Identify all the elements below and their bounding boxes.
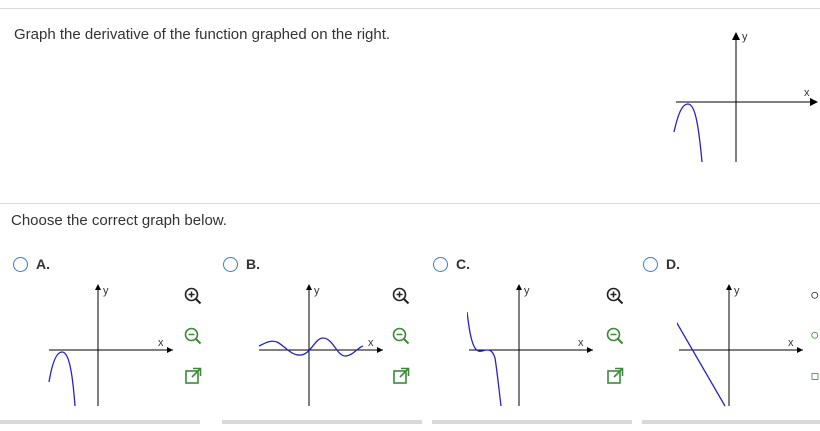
option-c-label: C. <box>456 256 470 272</box>
option-d-y-label: y <box>734 285 740 297</box>
x-axis-label: x <box>804 87 810 99</box>
option-d-zoom-in-icon[interactable] <box>811 286 820 306</box>
option-a[interactable]: A. y x <box>13 254 213 424</box>
option-b-row[interactable]: B. <box>223 254 260 274</box>
option-a-row[interactable]: A. <box>13 254 50 274</box>
option-b-curve <box>258 337 364 357</box>
option-a-y-label: y <box>103 285 109 297</box>
option-d-curve <box>677 321 726 407</box>
option-d-row[interactable]: D. <box>643 254 680 274</box>
choose-instruction: Choose the correct graph below. <box>11 212 227 229</box>
question-prompt: Graph the derivative of the function gra… <box>14 26 391 43</box>
option-b-graph: y x <box>258 284 383 406</box>
y-axis-label: y <box>742 31 748 43</box>
option-c-curve <box>467 311 502 407</box>
option-c-row[interactable]: C. <box>433 254 470 274</box>
option-a-scrollbar[interactable] <box>0 420 200 424</box>
option-c-graph: y x <box>467 284 593 407</box>
option-d-zoom-out-icon[interactable] <box>811 326 820 346</box>
option-a-label: A. <box>36 256 50 272</box>
option-b-zoom-out-icon[interactable] <box>391 326 411 346</box>
option-c-zoom-in-icon[interactable] <box>605 286 625 306</box>
top-divider <box>0 8 820 9</box>
function-curve <box>673 103 703 163</box>
option-d-graph: y x <box>677 284 803 407</box>
option-c-radio[interactable] <box>433 256 448 272</box>
option-a-popout-icon[interactable] <box>183 366 203 386</box>
option-a-x-label: x <box>158 337 164 349</box>
option-d-label: D. <box>666 256 680 272</box>
option-b-radio[interactable] <box>223 256 238 272</box>
option-d[interactable]: D. y x <box>643 254 820 424</box>
function-graph: y x <box>673 31 818 163</box>
option-c-zoom-out-icon[interactable] <box>605 326 625 346</box>
option-b[interactable]: B. y x <box>223 254 423 424</box>
option-a-radio[interactable] <box>13 256 28 272</box>
option-b-zoom-in-icon[interactable] <box>391 286 411 306</box>
option-b-popout-icon[interactable] <box>391 366 411 386</box>
option-d-radio[interactable] <box>643 256 658 272</box>
option-b-y-label: y <box>314 285 320 297</box>
option-c-popout-icon[interactable] <box>605 366 625 386</box>
option-b-x-label: x <box>368 337 374 349</box>
option-c-x-label: x <box>578 337 584 349</box>
option-b-label: B. <box>246 256 260 272</box>
option-c-scrollbar[interactable] <box>432 420 632 424</box>
mid-divider <box>0 203 820 204</box>
option-a-zoom-in-icon[interactable] <box>183 286 203 306</box>
option-d-popout-icon[interactable] <box>811 366 820 386</box>
option-d-x-label: x <box>788 337 794 349</box>
option-b-scrollbar[interactable] <box>222 420 422 424</box>
option-a-graph: y x <box>48 284 173 407</box>
option-a-zoom-out-icon[interactable] <box>183 326 203 346</box>
option-d-scrollbar[interactable] <box>642 420 820 424</box>
option-c[interactable]: C. y x <box>433 254 633 424</box>
option-c-y-label: y <box>524 285 530 297</box>
option-a-curve <box>48 351 76 407</box>
